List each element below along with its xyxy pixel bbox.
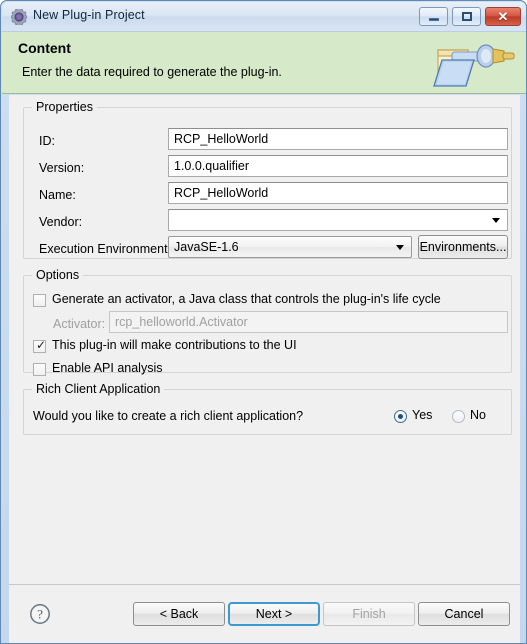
minimize-icon — [420, 8, 447, 25]
close-icon: ✕ — [497, 9, 509, 24]
execution-environment-combo[interactable]: JavaSE-1.6 — [168, 236, 412, 258]
checkbox-box — [33, 294, 46, 307]
radio-dot-icon — [398, 414, 403, 419]
vendor-value — [169, 210, 487, 230]
dialog-body: Properties ID: RCP_HelloWorld Version: 1… — [9, 95, 520, 584]
chevron-down-icon — [492, 218, 500, 223]
execution-environment-value: JavaSE-1.6 — [174, 240, 239, 254]
activator-input: rcp_helloworld.Activator — [109, 311, 508, 333]
ui-contributions-label: This plug-in will make contributions to … — [52, 338, 297, 352]
vendor-label: Vendor: — [39, 215, 83, 229]
plugin-gear-icon — [10, 8, 28, 26]
checkbox-box — [33, 363, 46, 376]
dialog-window: New Plug-in Project ✕ Content Enter the … — [0, 0, 527, 644]
finish-button: Finish — [323, 602, 415, 626]
version-input[interactable]: 1.0.0.qualifier — [168, 155, 508, 177]
generate-activator-label: Generate an activator, a Java class that… — [52, 292, 441, 306]
api-analysis-label: Enable API analysis — [52, 361, 163, 375]
rich-client-no-label: No — [470, 408, 486, 422]
radio-box — [452, 410, 465, 423]
title-bar: New Plug-in Project ✕ — [2, 2, 526, 32]
checkbox-box: ✓ — [33, 338, 47, 353]
maximize-icon — [453, 8, 480, 25]
check-icon: ✓ — [36, 338, 47, 352]
window-title: New Plug-in Project — [33, 8, 145, 22]
folder-plug-icon — [430, 36, 518, 92]
options-group-label: Options — [32, 268, 84, 282]
page-title: Content — [18, 40, 71, 56]
rich-client-group-label: Rich Client Application — [32, 382, 165, 396]
radio-box — [394, 410, 407, 423]
maximize-button[interactable] — [452, 7, 481, 26]
next-button[interactable]: Next > — [228, 602, 320, 626]
environments-button[interactable]: Environments... — [418, 235, 508, 259]
page-subtitle: Enter the data required to generate the … — [22, 65, 282, 79]
vendor-combo[interactable] — [168, 209, 508, 231]
minimize-button[interactable] — [419, 7, 448, 26]
id-label: ID: — [39, 134, 55, 148]
chevron-down-icon — [396, 245, 404, 250]
name-input[interactable]: RCP_HelloWorld — [168, 182, 508, 204]
properties-group-label: Properties — [32, 100, 97, 114]
id-input[interactable]: RCP_HelloWorld — [168, 128, 508, 150]
wizard-banner: Content Enter the data required to gener… — [2, 32, 526, 94]
dialog-footer: ? < Back Next > Finish Cancel — [9, 584, 520, 643]
cancel-button[interactable]: Cancel — [418, 602, 510, 626]
back-button[interactable]: < Back — [133, 602, 225, 626]
close-button[interactable]: ✕ — [485, 7, 521, 26]
execution-environment-label: Execution Environment: — [39, 242, 172, 256]
version-label: Version: — [39, 161, 85, 175]
help-question-icon[interactable]: ? — [29, 603, 51, 625]
name-label: Name: — [39, 188, 76, 202]
rich-client-question: Would you like to create a rich client a… — [33, 409, 304, 423]
svg-text:?: ? — [37, 607, 43, 622]
activator-label: Activator: — [53, 317, 106, 331]
rich-client-yes-label: Yes — [412, 408, 433, 422]
